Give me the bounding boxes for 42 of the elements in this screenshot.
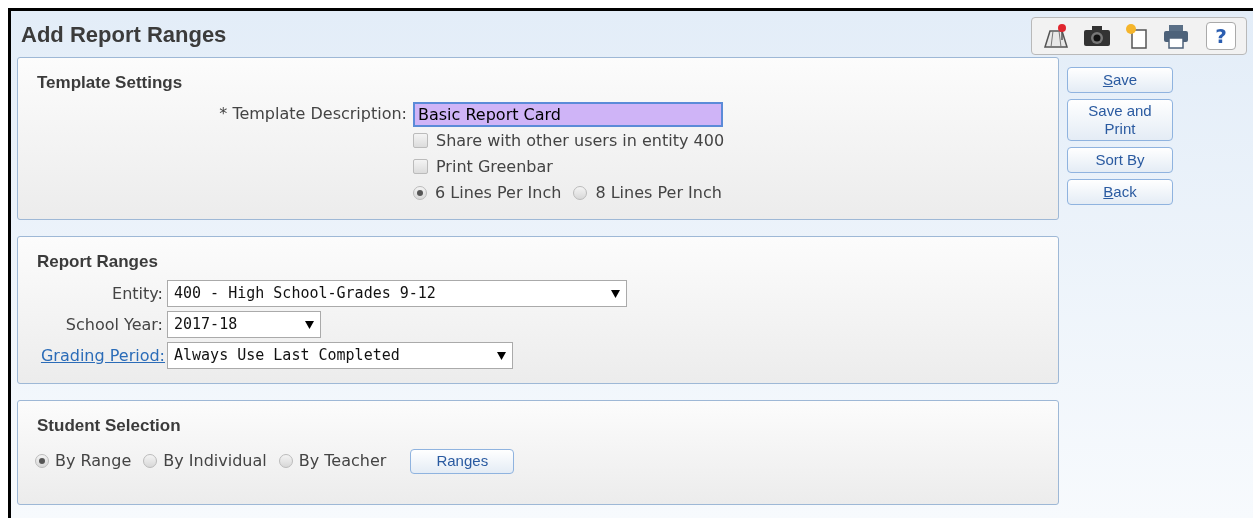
section-heading: Student Selection: [37, 415, 182, 437]
dropdown-value: 400 - High School-Grades 9-12: [174, 283, 436, 305]
checkbox[interactable]: [413, 133, 428, 148]
radio-button[interactable]: [413, 185, 427, 200]
checkbox[interactable]: [413, 159, 428, 174]
dropdown-arrow-icon: [497, 351, 506, 360]
ranges-button[interactable]: Ranges: [410, 448, 515, 474]
dropdown-arrow-icon: [611, 289, 620, 298]
action-button[interactable]: Sort By: [1067, 147, 1173, 173]
radio-label: 8 Lines Per Inch: [595, 181, 722, 204]
page-title: Add Report Ranges: [21, 20, 227, 49]
section-heading: Report Ranges: [37, 250, 159, 273]
field-label: Entity:: [111, 282, 164, 305]
dropdown[interactable]: 400 - High School-Grades 9-12: [167, 280, 627, 307]
field-label: School Year:: [64, 313, 164, 336]
checkbox-label: Share with other users in entity 400: [436, 129, 725, 152]
text-input[interactable]: Basic Report Card: [413, 101, 723, 127]
radio-button[interactable]: [35, 454, 49, 468]
action-button[interactable]: Save and Print: [1067, 99, 1173, 141]
dropdown-value: Always Use Last Completed: [174, 345, 400, 367]
field-label: * Template Description:: [218, 103, 407, 125]
radio-button[interactable]: [278, 454, 293, 468]
camera-icon[interactable]: [1082, 23, 1112, 49]
dropdown[interactable]: Always Use Last Completed: [167, 342, 513, 369]
radio-label: By Individual: [163, 450, 267, 472]
dropdown-arrow-icon: [305, 320, 314, 329]
action-button[interactable]: Back: [1067, 179, 1173, 205]
section-heading: Template Settings: [37, 72, 184, 94]
radio-button[interactable]: [143, 454, 158, 468]
dropdown-value: 2017-18: [174, 314, 238, 336]
map-pin-icon[interactable]: [1042, 22, 1070, 50]
radio-button[interactable]: [573, 185, 588, 200]
action-button[interactable]: Save: [1067, 67, 1173, 93]
grading-period-link[interactable]: Grading Period:: [37, 343, 165, 368]
new-page-icon[interactable]: [1124, 22, 1150, 50]
radio-label: By Range: [55, 450, 132, 472]
radio-label: 6 Lines Per Inch: [435, 181, 562, 204]
checkbox-label: Print Greenbar: [436, 155, 553, 178]
radio-label: By Teacher: [298, 450, 387, 472]
help-button[interactable]: ?: [1206, 22, 1236, 50]
dropdown[interactable]: 2017-18: [167, 311, 321, 338]
printer-icon[interactable]: [1162, 23, 1190, 49]
